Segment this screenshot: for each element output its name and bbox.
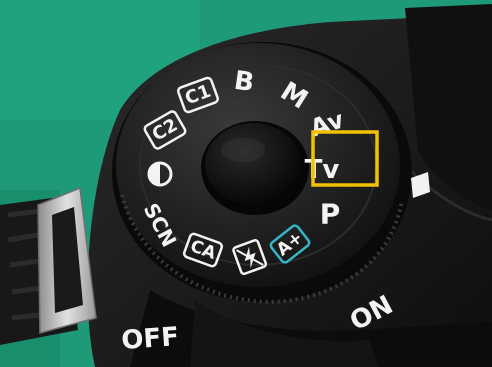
dial-mode-p: P (320, 198, 341, 231)
dial-mode-label: B (232, 66, 256, 98)
dial-center-button[interactable] (201, 121, 309, 215)
dial-mode-b: B (232, 66, 256, 98)
dial-mode-tv: Tv (305, 155, 340, 185)
camera-photo: B M Av Tv P A+ CA SCN C2 C1 OFF ON (0, 0, 492, 367)
camera-mode-dial-photo: B MAvTvPA+CASCNC2C1 OFF ON (0, 0, 492, 367)
power-off-label: OFF (120, 322, 180, 356)
dial-mode-label: P (320, 198, 341, 231)
dial-mode-label: Tv (305, 155, 340, 185)
